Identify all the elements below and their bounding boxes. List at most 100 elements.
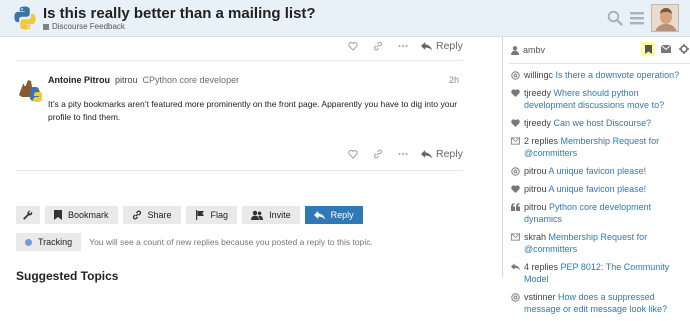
post-body: It’s a pity bookmarks aren’t featured mo… — [48, 99, 458, 122]
notification-item[interactable]: 2 replies Membership Request for @commit… — [511, 135, 689, 159]
preferences-gear-icon[interactable] — [677, 42, 690, 56]
notification-item[interactable]: pitrou A unique favicon please! — [511, 183, 689, 195]
hamburger-menu-icon[interactable] — [629, 10, 645, 26]
user-menu-tabs — [641, 42, 690, 56]
bookmark-button[interactable]: Bookmark — [45, 206, 118, 224]
notification-text: 4 replies PEP 8012: The Community Model — [524, 261, 689, 285]
notification-item[interactable]: tjreedy Where should python development … — [511, 87, 689, 111]
reply-arrow-icon — [313, 210, 325, 220]
notification-item[interactable]: pitrou A unique favicon please! — [511, 165, 689, 177]
more-ellipsis-icon[interactable] — [390, 39, 415, 53]
notification-item[interactable]: tjreedy Can we host Discourse? — [511, 117, 689, 129]
notification-actor: skrah — [524, 232, 547, 242]
topic-title[interactable]: Is this really better than a mailing lis… — [43, 5, 316, 22]
messages-envelope-icon[interactable] — [659, 42, 673, 56]
like-heart-icon[interactable] — [340, 39, 365, 53]
topic-footer-buttons: Bookmark Share Flag Invite Reply — [16, 206, 363, 224]
like-heart-icon[interactable] — [340, 147, 365, 161]
heart-icon — [511, 117, 520, 129]
post-date[interactable]: 2h — [449, 75, 459, 85]
bookmark-icon — [54, 210, 62, 220]
notification-text: tjreedy Where should python development … — [524, 87, 689, 111]
tracking-message: You will see a count of new replies beca… — [89, 237, 373, 247]
reply-label: Reply — [330, 210, 354, 220]
post-author-username[interactable]: pitrou — [115, 75, 138, 85]
notification-text: 2 replies Membership Request for @commit… — [524, 135, 689, 159]
share-link-icon[interactable] — [365, 39, 390, 53]
topic-header: Is this really better than a mailing lis… — [0, 0, 690, 37]
post-divider — [16, 60, 463, 61]
reply-button[interactable]: Reply — [304, 206, 363, 224]
post-author-line: Antoine Pitrou pitrou CPython core devel… — [48, 75, 239, 85]
envelope-icon — [511, 135, 520, 147]
search-icon[interactable] — [607, 10, 623, 26]
notification-topic-link[interactable]: Can we host Discourse? — [554, 118, 652, 128]
user-menu-panel: ambv willingc Is there a downvote operat… — [503, 37, 690, 314]
user-icon — [511, 45, 519, 55]
more-ellipsis-icon[interactable] — [390, 147, 415, 161]
invite-label: Invite — [269, 210, 291, 220]
tracking-circle-icon — [25, 238, 32, 246]
notification-actor: willingc — [524, 70, 554, 80]
category-badge[interactable]: Discourse Feedback — [43, 22, 125, 31]
notification-actor: pitrou — [524, 202, 547, 212]
category-color-swatch — [43, 23, 49, 30]
previous-post-actions: Reply — [340, 39, 463, 53]
admin-wrench-button[interactable] — [16, 206, 40, 224]
notification-text: pitrou Python core development dynamics — [524, 201, 689, 225]
notifications-list: willingc Is there a downvote operation? t… — [511, 69, 689, 321]
at-icon — [511, 291, 520, 303]
notification-item[interactable]: willingc Is there a downvote operation? — [511, 69, 689, 81]
notification-item[interactable]: skrah Membership Request for @committers — [511, 231, 689, 255]
share-button[interactable]: Share — [122, 206, 181, 224]
notification-topic-link[interactable]: A unique favicon please! — [549, 184, 647, 194]
notification-text: pitrou A unique favicon please! — [524, 165, 646, 177]
notification-actor: 4 replies — [524, 262, 559, 272]
link-icon — [132, 210, 141, 220]
envelope-icon — [511, 231, 520, 243]
notification-topic-link[interactable]: A unique favicon please! — [549, 166, 647, 176]
post-author-fullname[interactable]: Antoine Pitrou — [48, 75, 110, 85]
notification-actor: tjreedy — [524, 88, 552, 98]
tracking-label: Tracking — [38, 237, 73, 247]
notification-level: Tracking You will see a count of new rep… — [16, 233, 373, 251]
post-author-avatar[interactable] — [16, 75, 44, 103]
tracking-dropdown-button[interactable]: Tracking — [16, 233, 82, 251]
notification-item[interactable]: pitrou Python core development dynamics — [511, 201, 689, 225]
invite-button[interactable]: Invite — [242, 206, 300, 224]
suggested-topics-heading: Suggested Topics — [16, 269, 119, 283]
share-link-icon[interactable] — [365, 147, 390, 161]
user-menu-separator — [509, 63, 690, 64]
notification-item[interactable]: 4 replies PEP 8012: The Community Model — [511, 261, 689, 285]
notification-actor: vstinner — [524, 292, 556, 302]
user-menu-header: ambv — [503, 37, 690, 63]
username-label: ambv — [523, 45, 546, 55]
bookmark-label: Bookmark — [68, 210, 109, 220]
reply-arrow-icon — [421, 149, 432, 159]
bookmarks-tab-icon[interactable] — [641, 42, 655, 56]
post-reply-button[interactable]: Reply — [421, 148, 463, 160]
at-icon — [511, 165, 520, 177]
user-menu-username[interactable]: ambv — [511, 45, 545, 55]
at-icon — [511, 69, 520, 81]
users-icon — [251, 210, 264, 220]
flag-button[interactable]: Flag — [185, 206, 238, 224]
notification-text: skrah Membership Request for @committers — [524, 231, 689, 255]
post-divider — [16, 170, 463, 171]
notification-actor: 2 replies — [524, 136, 559, 146]
previous-post-reply-button[interactable]: Reply — [421, 40, 463, 52]
flag-label: Flag — [210, 210, 229, 220]
notification-topic-link[interactable]: Is there a downvote operation? — [556, 70, 680, 80]
quote-icon — [511, 201, 520, 213]
category-label: Discourse Feedback — [52, 22, 125, 31]
notification-text: willingc Is there a downvote operation? — [524, 69, 679, 81]
notification-text: tjreedy Can we host Discourse? — [524, 117, 651, 129]
flag-icon — [195, 210, 204, 220]
post-author-title: CPython core developer — [142, 75, 240, 85]
notification-text: vstinner How does a suppressed message o… — [524, 291, 689, 315]
notification-item[interactable]: vstinner How does a suppressed message o… — [511, 291, 689, 315]
current-user-avatar[interactable] — [651, 4, 679, 32]
python-logo-icon[interactable] — [12, 5, 38, 31]
wrench-icon — [23, 210, 33, 220]
heart-icon — [511, 87, 520, 99]
